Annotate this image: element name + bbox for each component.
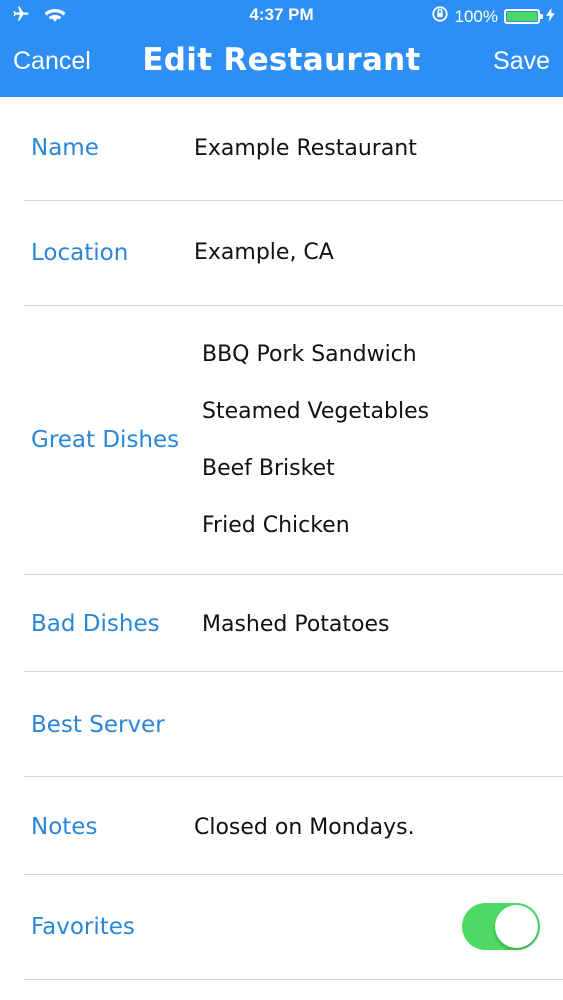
status-right-icons: 100% (431, 5, 555, 28)
notes-field[interactable]: Closed on Mondays. (194, 815, 415, 840)
great-dish-item[interactable]: BBQ Pork Sandwich (202, 342, 417, 367)
bad-dishes-label: Bad Dishes (31, 611, 160, 637)
best-server-row[interactable]: Best Server (0, 672, 563, 777)
bad-dishes-row[interactable]: Bad Dishes Mashed Potatoes (0, 575, 563, 672)
great-dish-item[interactable]: Fried Chicken (202, 513, 350, 538)
status-bar: 4:37 PM 100% (0, 0, 563, 32)
battery-percent: 100% (454, 6, 498, 26)
save-button[interactable]: Save (493, 47, 550, 76)
great-dishes-row[interactable]: Great Dishes BBQ Pork Sandwich Steamed V… (0, 306, 563, 574)
name-row[interactable]: Name Example Restaurant (0, 97, 563, 201)
charging-bolt-icon (546, 7, 555, 27)
notes-row[interactable]: Notes Closed on Mondays. (0, 777, 563, 874)
divider (24, 979, 563, 980)
name-label: Name (31, 135, 99, 161)
bad-dish-item[interactable]: Mashed Potatoes (202, 612, 390, 637)
location-field[interactable]: Example, CA (194, 240, 334, 265)
location-row[interactable]: Location Example, CA (0, 201, 563, 305)
great-dish-item[interactable]: Steamed Vegetables (202, 399, 429, 424)
name-field[interactable]: Example Restaurant (194, 136, 417, 161)
page-title: Edit Restaurant (142, 42, 421, 78)
notes-label: Notes (31, 814, 98, 840)
best-server-label: Best Server (31, 712, 165, 738)
orientation-lock-icon (431, 5, 449, 28)
great-dishes-label: Great Dishes (31, 427, 180, 453)
favorites-row: Favorites (0, 875, 563, 979)
app-header: 4:37 PM 100% Cancel Edit Restaurant Save (0, 0, 563, 97)
navigation-bar: Cancel Edit Restaurant Save (0, 32, 563, 96)
battery-icon (504, 9, 543, 24)
favorites-toggle[interactable] (462, 903, 540, 950)
great-dish-item[interactable]: Beef Brisket (202, 456, 335, 481)
location-label: Location (31, 240, 129, 266)
favorites-label: Favorites (31, 914, 135, 940)
toggle-knob (495, 905, 538, 948)
